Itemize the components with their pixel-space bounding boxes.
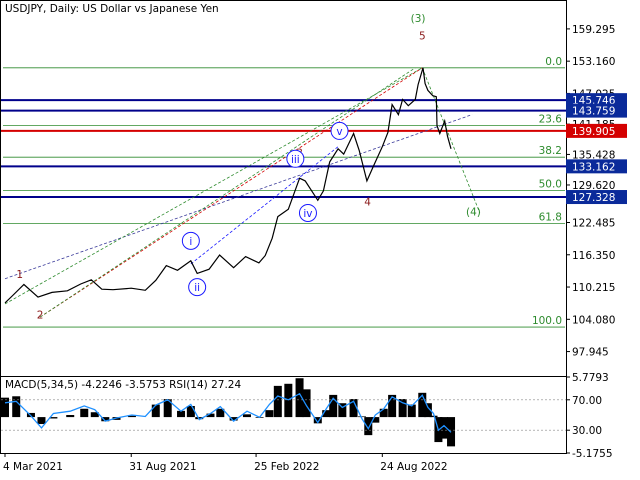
price-tick-label: 153.160 bbox=[572, 56, 615, 68]
indicator-tick-label: 5.7793 bbox=[572, 372, 609, 384]
fib-level-label: 0.0 bbox=[545, 56, 562, 68]
macd-histogram-bar bbox=[186, 405, 195, 418]
price-tick-label: 97.945 bbox=[572, 347, 609, 359]
wave-label: (4) bbox=[466, 207, 481, 219]
indicator-label: MACD(5,34,5) -4.2246 -3.5753 RSI(14) 27.… bbox=[5, 379, 241, 391]
fib-level-label: 50.0 bbox=[539, 178, 562, 190]
indicator-tick-label: -5.1755 bbox=[572, 448, 613, 460]
level-price-text: 133.162 bbox=[572, 161, 615, 173]
wave-label: iv bbox=[303, 208, 312, 220]
price-tick-label: 116.350 bbox=[572, 250, 615, 262]
macd-histogram-bar bbox=[66, 415, 75, 418]
chart-title: USDJPY, Daily: US Dollar vs Japanese Yen bbox=[5, 3, 219, 15]
wave-label: 1 bbox=[16, 269, 23, 281]
macd-histogram-bar bbox=[37, 417, 46, 425]
wave-label: i bbox=[189, 236, 192, 248]
macd-histogram-bar bbox=[265, 410, 274, 418]
fib-level-label: 23.6 bbox=[539, 114, 563, 126]
macd-histogram-bar bbox=[273, 385, 282, 418]
macd-histogram-bar bbox=[364, 417, 373, 436]
time-tick-label: 25 Feb 2022 bbox=[254, 461, 319, 473]
price-tick-label: 104.080 bbox=[572, 314, 615, 326]
macd-histogram-bar bbox=[12, 396, 21, 418]
usdjpy-chart: 0.023.638.250.061.8100.0 12345(3)(4)iiii… bbox=[0, 0, 640, 480]
indicator-tick-label: 70.00 bbox=[572, 395, 602, 407]
wave-label: v bbox=[336, 126, 342, 138]
price-tick-label: 159.295 bbox=[572, 24, 615, 36]
wave-label: (3) bbox=[411, 13, 426, 25]
time-tick-label: 24 Aug 2022 bbox=[380, 461, 447, 473]
macd-histogram-bar bbox=[379, 408, 388, 418]
wave-label: 4 bbox=[364, 197, 371, 209]
macd-histogram-bar bbox=[429, 415, 438, 418]
wave-label: 2 bbox=[37, 310, 44, 322]
fib-level-label: 38.2 bbox=[539, 145, 562, 157]
indicator-tick-label: 30.00 bbox=[572, 425, 602, 437]
wave-label: 5 bbox=[419, 30, 426, 42]
level-price-text: 127.328 bbox=[572, 192, 615, 204]
level-price-text: 139.905 bbox=[572, 126, 615, 138]
time-tick-label: 4 Mar 2021 bbox=[3, 461, 63, 473]
wave-label: ii bbox=[194, 282, 200, 294]
macd-histogram-bar bbox=[302, 389, 311, 418]
macd-histogram-bar bbox=[242, 414, 251, 418]
macd-histogram-bar bbox=[1, 397, 9, 418]
time-tick-label: 31 Aug 2021 bbox=[129, 461, 196, 473]
fib-level-label: 100.0 bbox=[532, 315, 562, 327]
macd-histogram-bar bbox=[357, 416, 366, 418]
level-price-text: 143.759 bbox=[572, 106, 615, 118]
fib-level-label: 61.8 bbox=[539, 211, 562, 223]
price-tick-label: 110.215 bbox=[572, 282, 615, 294]
wave-label: iii bbox=[291, 154, 300, 166]
price-tick-label: 122.485 bbox=[572, 218, 615, 230]
macd-histogram-bar bbox=[151, 404, 160, 418]
macd-histogram-bar bbox=[80, 408, 89, 418]
